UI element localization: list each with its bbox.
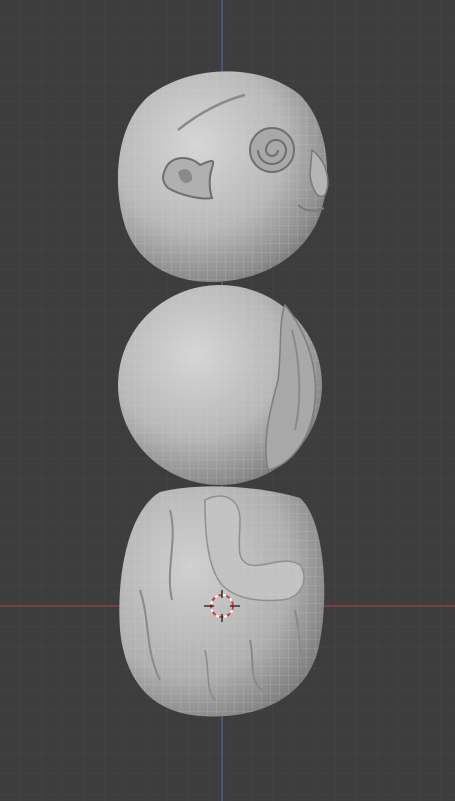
3d-viewport[interactable] [0,0,455,801]
head-sphere[interactable] [117,71,329,283]
eye-spiral-sculpt [249,127,295,173]
body-sphere[interactable] [118,285,322,485]
viewport-canvas[interactable] [0,0,455,801]
base-sphere[interactable] [119,486,325,717]
